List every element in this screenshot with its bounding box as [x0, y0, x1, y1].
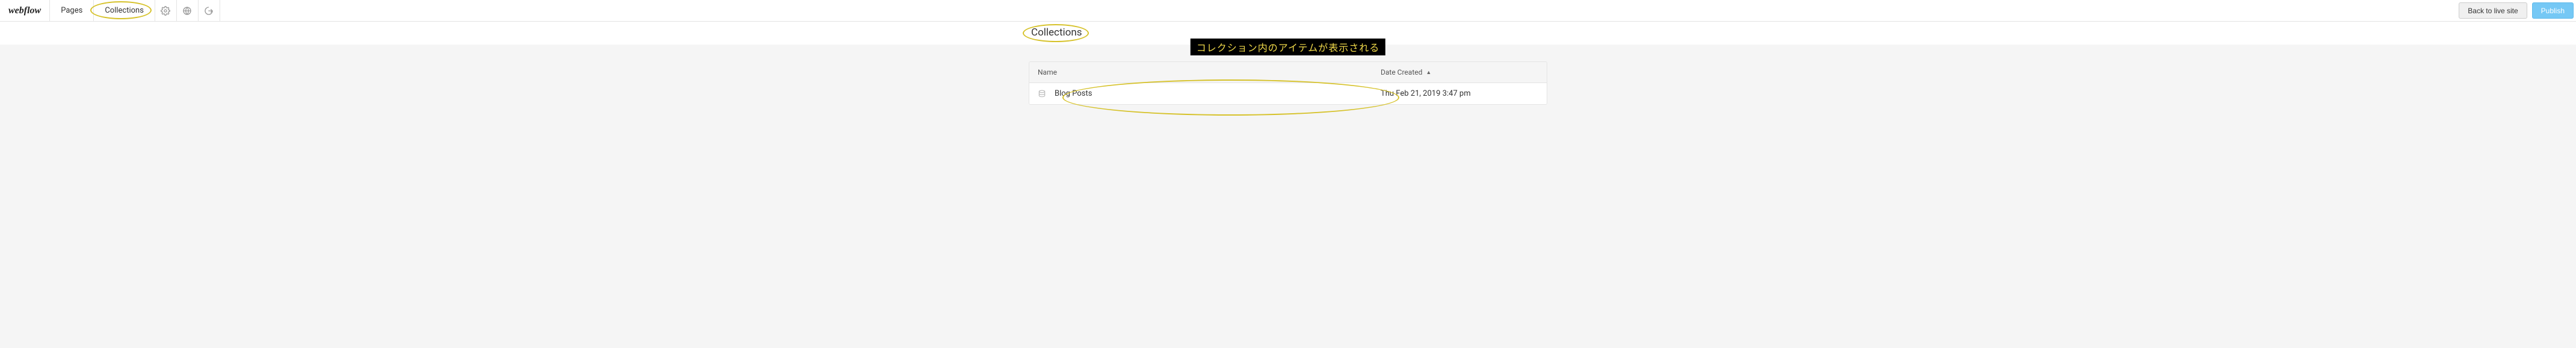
- col-date-header[interactable]: Date Created ▲: [1372, 62, 1547, 82]
- row-date-cell: Thu Feb 21, 2019 3:47 pm: [1372, 83, 1547, 104]
- nav-collections-label: Collections: [105, 6, 144, 15]
- table-header: Name Date Created ▲: [1029, 62, 1547, 83]
- annotation-label: コレクション内のアイテムが表示される: [1191, 39, 1385, 55]
- col-date-label: Date Created: [1381, 68, 1422, 76]
- globe-icon[interactable]: [177, 0, 199, 21]
- row-name: Blog Posts: [1055, 89, 1092, 98]
- nav-collections[interactable]: Collections: [94, 0, 155, 21]
- collection-icon: [1038, 90, 1046, 98]
- back-to-live-site-button[interactable]: Back to live site: [2459, 2, 2527, 19]
- topbar-spacer: [220, 0, 2456, 21]
- logo: webflow: [0, 0, 50, 21]
- row-name-cell: Blog Posts: [1029, 83, 1372, 104]
- settings-icon[interactable]: [155, 0, 177, 21]
- page-title: Collections: [1029, 26, 1547, 39]
- publish-button[interactable]: Publish: [2532, 2, 2574, 19]
- col-name-header[interactable]: Name: [1029, 62, 1372, 82]
- top-bar: webflow Pages Collections Back to live s…: [0, 0, 2576, 22]
- nav-pages[interactable]: Pages: [50, 0, 94, 21]
- logout-icon[interactable]: [199, 0, 220, 21]
- sort-asc-icon: ▲: [1426, 69, 1431, 76]
- collections-table: Name Date Created ▲ Blog Posts Thu Feb 2…: [1029, 61, 1547, 105]
- table-row[interactable]: Blog Posts Thu Feb 21, 2019 3:47 pm: [1029, 83, 1547, 104]
